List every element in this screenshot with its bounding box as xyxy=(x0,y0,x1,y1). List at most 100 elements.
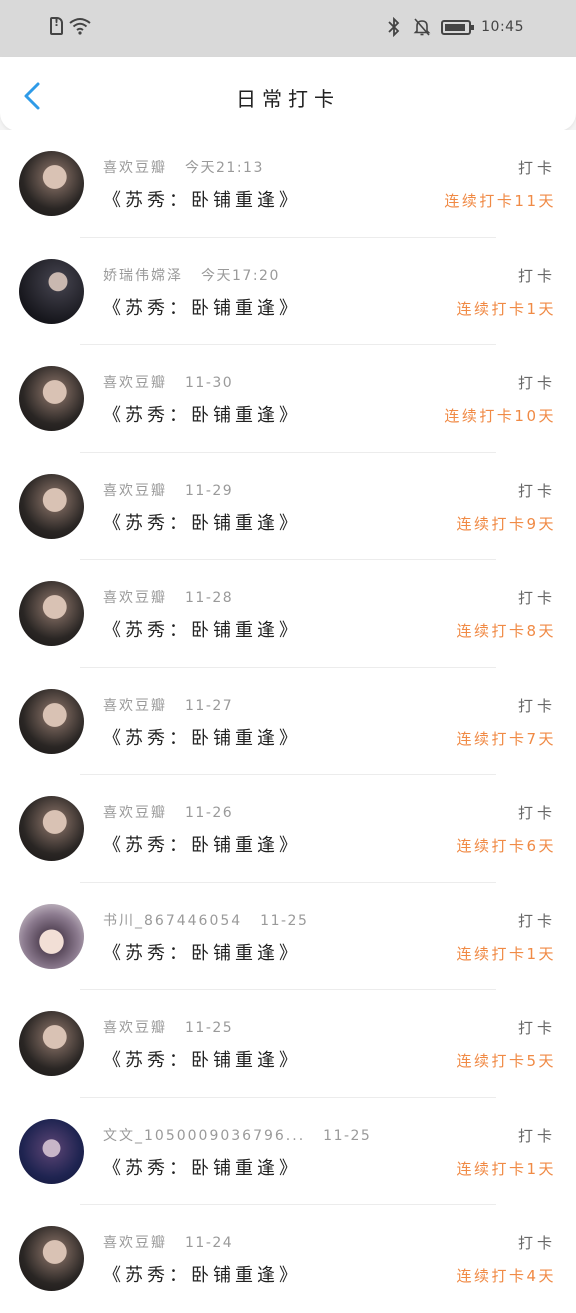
avatar[interactable] xyxy=(19,581,84,646)
book-title[interactable]: 《苏秀：卧铺重逢》 xyxy=(103,509,301,535)
streak-label: 连续打卡1天 xyxy=(456,299,556,318)
checkin-time: 11-27 xyxy=(185,697,234,714)
row-meta: 娇瑞伟嫦泽 今天17:20 xyxy=(103,265,280,285)
row-meta: 喜欢豆瓣 今天21:13 xyxy=(103,157,264,177)
checkin-time: 今天17:20 xyxy=(201,267,280,284)
username[interactable]: 喜欢豆瓣 xyxy=(103,802,167,822)
avatar[interactable] xyxy=(19,688,84,754)
status-left-group xyxy=(50,16,91,35)
checkin-label: 打卡 xyxy=(517,696,556,715)
username[interactable]: 喜欢豆瓣 xyxy=(103,587,167,607)
checkin-row[interactable]: 喜欢豆瓣 11-24 《苏秀：卧铺重逢》 打卡 连续打卡4天 xyxy=(0,1205,576,1313)
username[interactable]: 喜欢豆瓣 xyxy=(103,1232,167,1252)
book-title[interactable]: 《苏秀：卧铺重逢》 xyxy=(103,1261,301,1287)
checkin-row[interactable]: 喜欢豆瓣 11-25 《苏秀：卧铺重逢》 打卡 连续打卡5天 xyxy=(0,990,576,1098)
book-title[interactable]: 《苏秀：卧铺重逢》 xyxy=(103,616,301,642)
streak-label: 连续打卡10天 xyxy=(444,407,556,425)
book-title[interactable]: 《苏秀：卧铺重逢》 xyxy=(103,724,301,750)
avatar[interactable] xyxy=(19,1118,84,1184)
checkin-row[interactable]: 喜欢豆瓣 11-30 《苏秀：卧铺重逢》 打卡 连续打卡10天 xyxy=(0,345,576,453)
avatar[interactable] xyxy=(19,796,84,861)
row-meta: 喜欢豆瓣 11-29 xyxy=(103,480,233,500)
checkin-label: 打卡 xyxy=(517,589,556,607)
username[interactable]: 喜欢豆瓣 xyxy=(103,157,167,177)
checkin-time: 11-25 xyxy=(323,1127,372,1144)
checkin-time: 11-30 xyxy=(185,375,234,391)
checkin-label: 打卡 xyxy=(517,266,556,285)
row-meta: 喜欢豆瓣 11-24 xyxy=(103,1232,233,1252)
streak-label: 连续打卡1天 xyxy=(456,1159,556,1178)
checkin-row[interactable]: 喜欢豆瓣 11-28 《苏秀：卧铺重逢》 打卡 连续打卡8天 xyxy=(0,560,576,668)
page-title: 日常打卡 xyxy=(236,87,340,111)
avatar[interactable] xyxy=(19,1226,84,1291)
checkin-label: 打卡 xyxy=(517,1126,556,1145)
checkin-row[interactable]: 娇瑞伟嫦泽 今天17:20 《苏秀：卧铺重逢》 打卡 连续打卡1天 xyxy=(0,237,576,345)
checkin-time: 11-29 xyxy=(185,482,234,499)
checkin-row[interactable]: 喜欢豆瓣 11-27 《苏秀：卧铺重逢》 打卡 连续打卡7天 xyxy=(0,667,576,775)
checkin-list: 喜欢豆瓣 今天21:13 《苏秀：卧铺重逢》 打卡 连续打卡11天 娇瑞伟嫦泽 … xyxy=(0,130,576,1313)
book-title[interactable]: 《苏秀：卧铺重逢》 xyxy=(103,401,301,427)
book-title[interactable]: 《苏秀：卧铺重逢》 xyxy=(103,1154,301,1180)
avatar[interactable] xyxy=(19,258,84,324)
checkin-time: 11-26 xyxy=(185,805,234,821)
avatar[interactable] xyxy=(19,151,84,216)
username[interactable]: 喜欢豆瓣 xyxy=(103,480,167,500)
streak-label: 连续打卡1天 xyxy=(456,944,556,963)
book-title[interactable]: 《苏秀：卧铺重逢》 xyxy=(103,186,301,212)
page-header: 日常打卡 xyxy=(0,57,576,131)
streak-label: 连续打卡6天 xyxy=(456,837,556,855)
checkin-time: 今天21:13 xyxy=(185,160,264,176)
checkin-time: 11-24 xyxy=(185,1235,234,1251)
row-meta: 书川_867446054 11-25 xyxy=(103,910,308,930)
checkin-label: 打卡 xyxy=(517,1019,556,1037)
book-title[interactable]: 《苏秀：卧铺重逢》 xyxy=(103,1046,301,1072)
avatar[interactable] xyxy=(19,1011,84,1076)
username[interactable]: 娇瑞伟嫦泽 xyxy=(103,265,183,285)
sim-alert-icon xyxy=(50,16,63,35)
username[interactable]: 喜欢豆瓣 xyxy=(103,695,167,715)
username[interactable]: 喜欢豆瓣 xyxy=(103,372,167,392)
checkin-label: 打卡 xyxy=(517,911,556,930)
mute-bell-icon xyxy=(413,18,431,36)
checkin-label: 打卡 xyxy=(517,159,556,177)
checkin-row[interactable]: 文文_1050009036796... 11-25 《苏秀：卧铺重逢》 打卡 连… xyxy=(0,1097,576,1205)
row-meta: 喜欢豆瓣 11-26 xyxy=(103,802,233,822)
row-meta: 喜欢豆瓣 11-27 xyxy=(103,695,233,715)
streak-label: 连续打卡5天 xyxy=(456,1052,556,1070)
streak-label: 连续打卡7天 xyxy=(456,729,556,748)
row-meta: 文文_1050009036796... 11-25 xyxy=(103,1125,371,1145)
checkin-time: 11-25 xyxy=(185,1020,234,1036)
status-right-group: 10:45 xyxy=(385,17,524,37)
status-time: 10:45 xyxy=(481,19,524,35)
book-title[interactable]: 《苏秀：卧铺重逢》 xyxy=(103,294,301,320)
wifi-icon xyxy=(69,18,91,35)
username[interactable]: 文文_1050009036796... xyxy=(103,1125,305,1145)
row-meta: 喜欢豆瓣 11-30 xyxy=(103,372,233,392)
battery-icon xyxy=(441,19,475,35)
avatar[interactable] xyxy=(19,903,84,969)
row-meta: 喜欢豆瓣 11-25 xyxy=(103,1017,233,1037)
checkin-row[interactable]: 喜欢豆瓣 11-29 《苏秀：卧铺重逢》 打卡 连续打卡9天 xyxy=(0,452,576,560)
streak-label: 连续打卡9天 xyxy=(456,514,556,533)
streak-label: 连续打卡8天 xyxy=(456,622,556,640)
row-meta: 喜欢豆瓣 11-28 xyxy=(103,587,233,607)
checkin-row[interactable]: 喜欢豆瓣 今天21:13 《苏秀：卧铺重逢》 打卡 连续打卡11天 xyxy=(0,130,576,238)
streak-label: 连续打卡11天 xyxy=(444,192,556,210)
avatar[interactable] xyxy=(19,473,84,539)
checkin-label: 打卡 xyxy=(517,1234,556,1252)
username[interactable]: 书川_867446054 xyxy=(103,910,242,930)
checkin-row[interactable]: 书川_867446054 11-25 《苏秀：卧铺重逢》 打卡 连续打卡1天 xyxy=(0,882,576,990)
status-bar: 10:45 xyxy=(0,0,576,57)
checkin-time: 11-25 xyxy=(260,912,309,929)
streak-label: 连续打卡4天 xyxy=(456,1267,556,1285)
checkin-label: 打卡 xyxy=(517,374,556,392)
bluetooth-icon xyxy=(388,17,400,37)
checkin-row[interactable]: 喜欢豆瓣 11-26 《苏秀：卧铺重逢》 打卡 连续打卡6天 xyxy=(0,775,576,883)
checkin-time: 11-28 xyxy=(185,590,234,606)
book-title[interactable]: 《苏秀：卧铺重逢》 xyxy=(103,831,301,857)
book-title[interactable]: 《苏秀：卧铺重逢》 xyxy=(103,939,301,965)
username[interactable]: 喜欢豆瓣 xyxy=(103,1017,167,1037)
avatar[interactable] xyxy=(19,366,84,431)
checkin-label: 打卡 xyxy=(517,481,556,500)
checkin-label: 打卡 xyxy=(517,804,556,822)
